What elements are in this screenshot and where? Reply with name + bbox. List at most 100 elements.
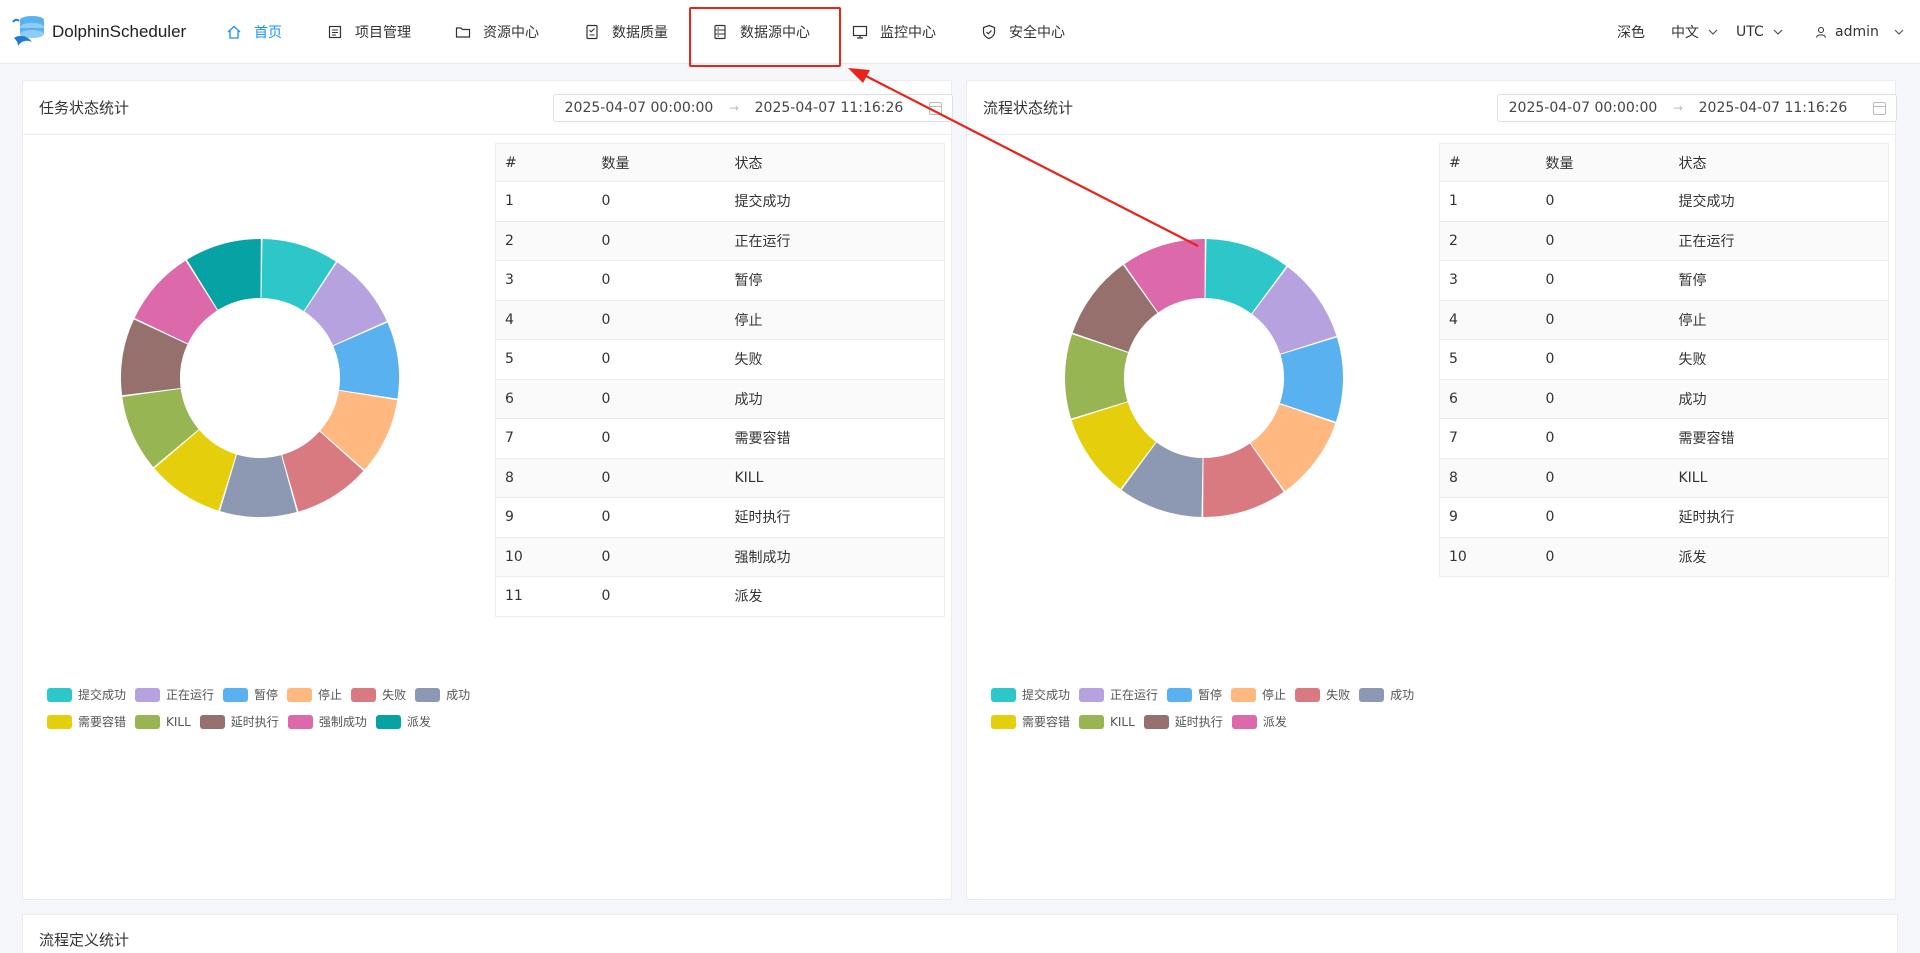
legend-label: 成功: [1390, 688, 1415, 702]
table-row: 6 0 成功: [495, 379, 945, 419]
row-state: KILL: [725, 458, 945, 498]
row-count: 0: [592, 576, 726, 617]
legend-swatch: [1231, 688, 1257, 702]
legend-item[interactable]: KILL: [1079, 710, 1135, 734]
table-row: 8 0 KILL: [1439, 458, 1889, 498]
task-state-header: 任务状态统计 2025-04-07 00:00:00 → 2025-04-07 …: [23, 81, 953, 135]
legend-item[interactable]: 失败: [351, 683, 406, 707]
language-label: 中文: [1671, 25, 1699, 41]
table-row: 7 0 需要容错: [495, 418, 945, 459]
legend-item[interactable]: 停止: [287, 683, 342, 707]
nav-data-quality[interactable]: 数据质量: [584, 0, 668, 64]
table-row: 7 0 需要容错: [1439, 418, 1889, 459]
row-index: 7: [1439, 418, 1537, 459]
legend-item[interactable]: 停止: [1231, 683, 1286, 707]
theme-toggle[interactable]: 深色: [1617, 0, 1645, 64]
legend-swatch: [991, 715, 1016, 729]
column-header: #: [1439, 143, 1537, 182]
process-definition-card: 流程定义统计: [22, 914, 1898, 953]
legend-swatch: [375, 715, 401, 729]
legend-label: KILL: [1110, 715, 1135, 729]
process-state-donut-chart: [1065, 239, 1343, 517]
legend-label: 成功: [446, 688, 471, 702]
legend-item[interactable]: 派发: [375, 710, 431, 734]
legend-label: 正在运行: [1110, 688, 1159, 702]
legend-item[interactable]: 暂停: [1167, 683, 1222, 707]
home-icon: [226, 24, 242, 40]
row-state: 停止: [1669, 300, 1889, 340]
process-date-range-picker[interactable]: 2025-04-07 00:00:00 → 2025-04-07 11:16:2…: [1497, 94, 1897, 122]
column-header: 数量: [592, 143, 726, 182]
dolphin-logo-icon: [10, 12, 50, 52]
task-state-card: 任务状态统计 2025-04-07 00:00:00 → 2025-04-07 …: [22, 80, 953, 900]
nav-datasource[interactable]: 数据源中心: [712, 0, 810, 64]
task-range-start: 2025-04-07 00:00:00: [564, 100, 714, 116]
legend-item[interactable]: 提交成功: [991, 683, 1070, 707]
row-index: 8: [495, 458, 593, 498]
process-state-title: 流程状态统计: [983, 99, 1074, 117]
row-state: KILL: [1669, 458, 1889, 498]
row-count: 0: [1536, 458, 1670, 498]
row-state: 停止: [725, 300, 945, 340]
legend-swatch: [351, 688, 377, 702]
nav-data-quality-label: 数据质量: [612, 25, 668, 41]
legend-item[interactable]: 成功: [1359, 683, 1414, 707]
theme-label: 深色: [1617, 25, 1645, 41]
legend-item[interactable]: 延时执行: [1143, 710, 1223, 734]
nav-home[interactable]: 首页: [226, 0, 282, 64]
legend-label: 派发: [406, 715, 431, 729]
language-select[interactable]: 中文: [1671, 0, 1719, 64]
legend-label: 需要容错: [78, 715, 127, 729]
folder-icon: [455, 24, 471, 40]
app-name: DolphinScheduler: [52, 22, 187, 41]
nav-datasource-label: 数据源中心: [740, 25, 810, 41]
legend-item[interactable]: 需要容错: [991, 710, 1070, 734]
timezone-select[interactable]: UTC: [1736, 0, 1784, 64]
legend-label: 失败: [1326, 688, 1351, 702]
row-index: 6: [495, 379, 593, 419]
nav-resource[interactable]: 资源中心: [455, 0, 539, 64]
data-quality-icon: [584, 24, 600, 40]
legend-item[interactable]: 派发: [1231, 710, 1287, 734]
legend-swatch: [1079, 688, 1105, 702]
process-range-start: 2025-04-07 00:00:00: [1508, 100, 1658, 116]
user-icon: [1815, 26, 1827, 38]
row-index: 2: [1439, 221, 1537, 261]
legend-item[interactable]: KILL: [135, 710, 191, 734]
table-row: 11 0 派发: [495, 576, 945, 617]
logo[interactable]: DolphinScheduler: [10, 12, 186, 52]
monitor-icon: [852, 24, 868, 40]
row-count: 0: [592, 221, 726, 261]
legend-swatch: [1295, 688, 1321, 702]
legend-swatch: [1143, 715, 1169, 729]
table-row: 4 0 停止: [1439, 300, 1889, 340]
legend-item[interactable]: 成功: [415, 683, 470, 707]
legend-item[interactable]: 强制成功: [287, 710, 367, 734]
legend-item[interactable]: 延时执行: [199, 710, 279, 734]
row-state: 成功: [725, 379, 945, 419]
nav-security[interactable]: 安全中心: [981, 0, 1065, 64]
user-menu[interactable]: admin: [1815, 0, 1905, 64]
top-navbar: DolphinScheduler 首页 项目管理 资源中心 数据质量 数据源中心: [0, 0, 1920, 67]
nav-monitor[interactable]: 监控中心: [852, 0, 936, 64]
row-index: 10: [495, 537, 593, 577]
row-state: 强制成功: [725, 537, 945, 577]
legend-item[interactable]: 暂停: [223, 683, 278, 707]
legend-swatch: [287, 715, 313, 729]
legend-item[interactable]: 需要容错: [47, 710, 126, 734]
legend-item[interactable]: 提交成功: [47, 683, 126, 707]
table-row: 8 0 KILL: [495, 458, 945, 498]
table-row: 3 0 暂停: [1439, 260, 1889, 301]
legend-item[interactable]: 正在运行: [135, 683, 214, 707]
row-index: 5: [495, 339, 593, 380]
nav-project[interactable]: 项目管理: [327, 0, 411, 64]
row-index: 9: [1439, 497, 1537, 538]
legend-item[interactable]: 失败: [1295, 683, 1350, 707]
legend-label: 需要容错: [1022, 715, 1071, 729]
row-count: 0: [592, 300, 726, 340]
legend-item[interactable]: 正在运行: [1079, 683, 1158, 707]
legend-label: 失败: [382, 688, 407, 702]
row-index: 7: [495, 418, 593, 459]
task-date-range-picker[interactable]: 2025-04-07 00:00:00 → 2025-04-07 11:16:2…: [553, 94, 953, 122]
legend-swatch: [47, 715, 72, 729]
